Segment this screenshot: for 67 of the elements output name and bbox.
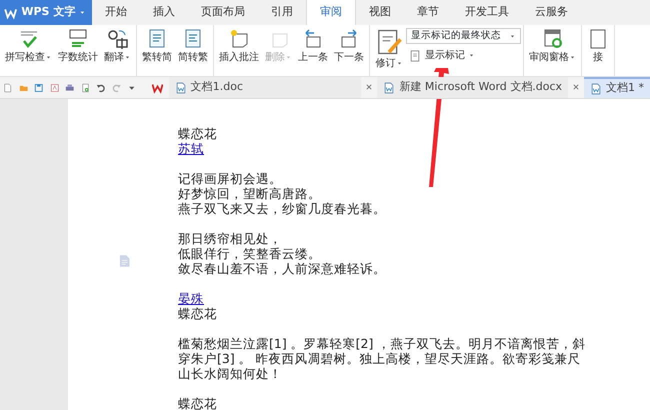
caret-icon <box>45 54 52 61</box>
document-tab[interactable]: 新建 Microsoft Word 文档.docx <box>377 77 568 98</box>
document-icon <box>174 82 187 94</box>
ribbon-button[interactable]: 修订 <box>372 28 406 71</box>
app-title: WPS 文字 <box>21 4 76 20</box>
ribbon-tab[interactable]: 开发工具 <box>452 0 522 25</box>
ribbon-button[interactable]: 翻译 <box>101 28 134 65</box>
caret-icon <box>124 54 131 61</box>
print-icon[interactable] <box>65 82 75 94</box>
poem-text: 好梦惊回，望断高唐路。 <box>178 186 321 201</box>
select-value: 显示标记的最终状态 <box>411 28 501 43</box>
caret-icon <box>509 32 516 40</box>
poem-text: 穿朱户[3] 。 昨夜西风凋碧树。独上高楼，望尽天涯路。欲寄彩笺兼尺 <box>178 351 581 366</box>
poem-text: 记得画屏初会遇。 <box>178 171 282 186</box>
caret-icon <box>79 9 86 16</box>
translate-icon <box>106 28 128 50</box>
ribbon-tab[interactable]: 开始 <box>92 0 140 25</box>
caret-icon <box>468 52 475 59</box>
ribbon-button[interactable]: 上一条 <box>295 28 331 65</box>
poem-text: 蝶恋花 <box>178 126 217 141</box>
poem-text: 山长水阔知何处！ <box>178 366 282 381</box>
close-icon[interactable] <box>572 83 580 92</box>
pane-magnifier-icon <box>542 28 564 50</box>
markup-state-select[interactable]: 显示标记的最终状态 <box>406 28 521 44</box>
pdf-icon[interactable] <box>50 82 60 94</box>
paragraph-marker-icon <box>118 254 132 268</box>
ribbon-tab[interactable]: 引用 <box>258 0 306 25</box>
pencil-page-icon <box>375 28 403 56</box>
poem-text: 低眼佯行，笑整香云缕。 <box>178 246 321 261</box>
poem-text: 蝶恋花 <box>178 396 217 410</box>
ribbon-button[interactable]: 字数统计 <box>55 28 101 65</box>
document-icon <box>383 82 396 94</box>
caret-icon <box>285 54 292 61</box>
ribbon-tab[interactable]: 云服务 <box>522 0 581 25</box>
caret-icon <box>396 60 402 67</box>
document-icon <box>590 82 602 94</box>
save-icon[interactable] <box>34 82 44 94</box>
new-file-icon[interactable] <box>3 82 13 94</box>
counter-icon <box>67 28 89 50</box>
comment-icon <box>228 28 250 50</box>
poem-text: 槛菊愁烟兰泣露[1] 。罗幕轻寒[2] ，燕子双飞去。明月不谙离恨苦，斜 <box>178 336 586 351</box>
preview-icon[interactable] <box>80 82 90 94</box>
ribbon-tab[interactable]: 审阅 <box>306 0 356 25</box>
ribbon-button[interactable]: 审阅窗格 <box>526 28 579 65</box>
ribbon-button[interactable]: 接 <box>584 28 612 65</box>
show-markup-button[interactable]: 显示标记 <box>406 48 521 63</box>
poem-text: 敛尽春山羞不语，人前深意难轻诉。 <box>178 261 386 276</box>
ribbon-tab[interactable]: 章节 <box>404 0 452 25</box>
close-icon[interactable] <box>365 83 374 92</box>
app-menu-button[interactable]: WPS 文字 <box>0 0 92 25</box>
document-tab[interactable]: 文档1.doc <box>168 77 362 98</box>
author-link[interactable]: 苏轼 <box>178 141 204 156</box>
poem-text: 燕子双飞来又去，纱窗几度春光暮。 <box>178 201 386 216</box>
document-tab[interactable]: 文档1 * <box>584 77 650 98</box>
poem-text: 蝶恋花 <box>178 306 217 321</box>
ribbon-button[interactable]: 繁转简 <box>139 28 175 65</box>
caret-icon <box>569 54 576 61</box>
ribbon-tab[interactable]: 页面布局 <box>188 0 258 25</box>
ribbon-button[interactable]: 插入批注 <box>216 28 262 65</box>
ribbon-tab[interactable]: 视图 <box>356 0 404 25</box>
ribbon-button[interactable]: 拼写检查 <box>2 28 55 65</box>
page-icon <box>408 48 422 62</box>
poem-text: 那日绣帘相见处， <box>178 231 282 246</box>
ribbon-button[interactable]: 下一条 <box>331 28 367 65</box>
ribbon-tab[interactable]: 插入 <box>140 0 188 25</box>
author-link[interactable]: 晏殊 <box>178 291 204 306</box>
ribbon-button[interactable]: 简转繁 <box>175 28 211 65</box>
